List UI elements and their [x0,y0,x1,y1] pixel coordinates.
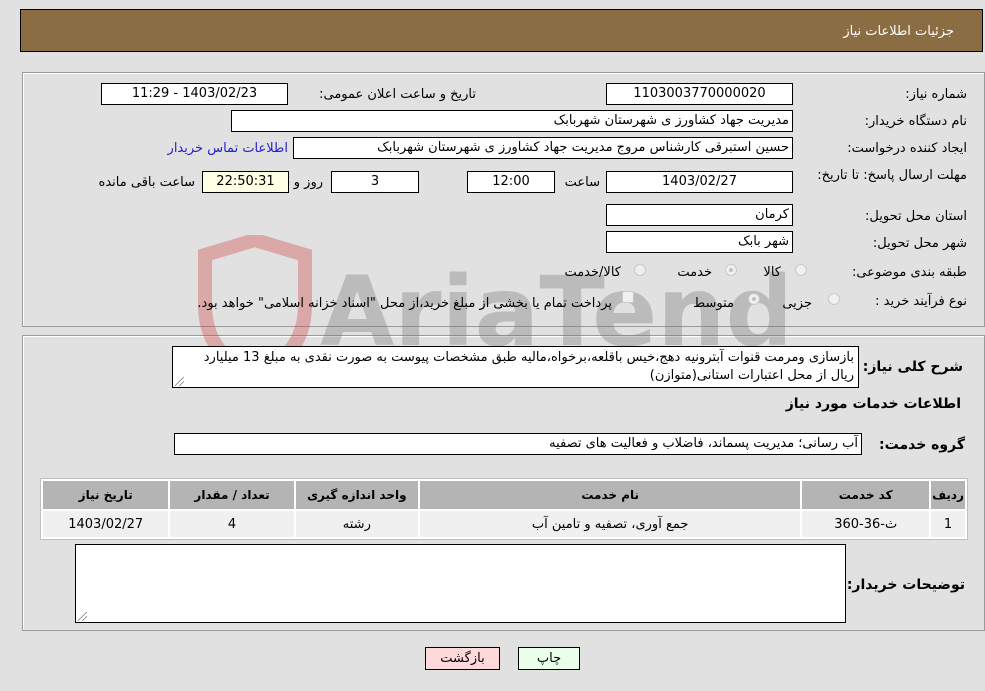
process-option-medium: متوسط [693,296,734,311]
description-textarea[interactable]: بازسازی ومرمت قنوات آبترونیه دهج،خیس باق… [172,346,859,388]
buyer-org-field[interactable]: مدیریت جهاد کشاورز ی شهرستان شهربابک [231,110,793,132]
buyer-contact-link[interactable]: اطلاعات تماس خریدار [168,141,288,156]
requester-label: ایجاد کننده درخواست: [847,141,967,156]
services-table: ردیف کد خدمت نام خدمت واحد اندازه گیری ت… [40,478,968,540]
process-label: نوع فرآیند خرید : [875,294,967,309]
province-field[interactable]: کرمان [606,204,793,226]
process-option-minor: جزیی [782,296,812,311]
category-radio-goods[interactable] [795,264,807,276]
resize-grip-icon[interactable] [78,612,87,621]
description-text: بازسازی ومرمت قنوات آبترونیه دهج،خیس باق… [203,350,854,383]
announce-datetime-label: تاریخ و ساعت اعلان عمومی: [319,87,476,102]
category-option-service: خدمت [677,265,712,280]
resize-grip-icon[interactable] [175,377,184,386]
service-group-label: گروه خدمت: [879,437,965,453]
deadline-date-field[interactable]: 1403/02/27 [606,171,793,193]
col-need-date: تاریخ نیاز [43,481,169,509]
category-option-goods-service: کالا/خدمت [564,265,621,280]
process-radio-minor[interactable] [828,293,840,305]
cell-unit: رشته [295,511,418,537]
cell-service-name: جمع آوری، تصفیه و تامین آب [419,511,801,537]
table-header-row: ردیف کد خدمت نام خدمت واحد اندازه گیری ت… [43,481,965,509]
service-group-field[interactable]: آب رسانی؛ مدیریت پسماند، فاضلاب و فعالیت… [174,433,862,455]
buyer-notes-textarea[interactable] [75,544,846,623]
description-label: شرح کلی نیاز: [862,359,963,375]
city-field[interactable]: شهر بابک [606,231,793,253]
remaining-days-field[interactable]: 3 [331,171,419,193]
remaining-time-field: 22:50:31 [202,171,289,193]
buyer-notes-label: توضیحات خریدار: [846,577,965,593]
deadline-time-field[interactable]: 12:00 [467,171,555,193]
table-row: 1 ث-36-360 جمع آوری، تصفیه و تامین آب رش… [43,511,965,537]
print-button[interactable]: چاپ [518,647,580,670]
category-label: طبقه بندی موضوعی: [851,265,967,280]
treasury-payment-checkbox[interactable] [622,291,634,303]
services-title: اطلاعات خدمات مورد نیاز [785,396,961,412]
deadline-label: مهلت ارسال پاسخ: تا تاریخ: [817,168,967,183]
need-number-field[interactable]: 1103003770000020 [606,83,793,105]
days-label: روز و [293,175,323,190]
need-number-label: شماره نیاز: [905,87,967,102]
requester-field[interactable]: حسین استبرقی کارشناس مروج مدیریت جهاد کش… [293,137,793,159]
cell-need-date: 1403/02/27 [43,511,169,537]
treasury-payment-note: پرداخت تمام یا بخشی از مبلغ خرید،از محل … [197,296,612,311]
cell-row-number: 1 [931,511,965,537]
cell-service-code: ث-36-360 [802,511,930,537]
city-label: شهر محل تحویل: [872,236,967,251]
buyer-org-label: نام دستگاه خریدار: [864,114,967,129]
process-radio-medium[interactable] [748,293,760,305]
page-header: جزئیات اطلاعات نیاز [20,9,983,52]
category-radio-goods-service[interactable] [634,264,646,276]
col-service-code: کد خدمت [802,481,930,509]
announce-datetime-field[interactable]: 1403/02/23 - 11:29 [101,83,288,105]
cell-quantity: 4 [170,511,294,537]
col-row-number: ردیف [931,481,965,509]
remaining-time-label: ساعت باقی مانده [98,175,195,190]
category-option-goods: کالا [763,265,781,280]
category-radio-service[interactable] [725,264,737,276]
back-button[interactable]: بازگشت [425,647,500,670]
page-title: جزئیات اطلاعات نیاز [843,24,954,39]
col-quantity: تعداد / مقدار [170,481,294,509]
province-label: استان محل تحویل: [865,209,967,224]
col-unit: واحد اندازه گیری [295,481,418,509]
col-service-name: نام خدمت [419,481,801,509]
deadline-time-label: ساعت [564,175,600,190]
